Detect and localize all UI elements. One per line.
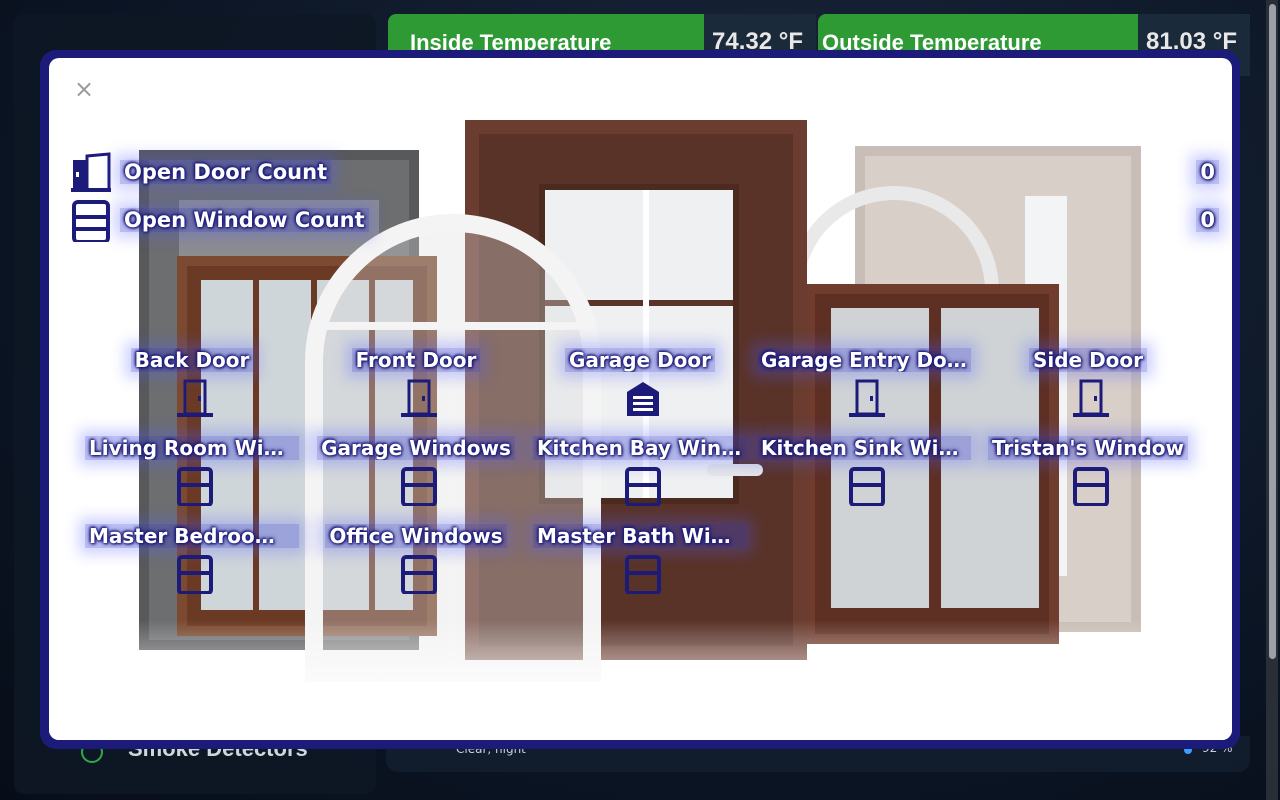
door-closed-icon: [849, 379, 885, 417]
sensor-kitchen-bay-window[interactable]: Kitchen Bay Wind...: [531, 436, 749, 524]
door-closed-icon: [401, 379, 437, 417]
sensor-garage-door[interactable]: Garage Door: [531, 348, 749, 436]
sensor-back-door[interactable]: Back Door: [83, 348, 301, 436]
sensor-name: Kitchen Sink Wind...: [757, 436, 971, 460]
sensor-tristans-window[interactable]: Tristan's Window: [979, 436, 1197, 524]
garage-icon: [627, 382, 659, 416]
sensor-garage-windows[interactable]: Garage Windows: [307, 436, 525, 524]
window-closed-icon: [72, 200, 110, 242]
open-door-count-value: 0: [1196, 160, 1219, 184]
scrollbar-thumb[interactable]: [1269, 4, 1276, 659]
window-closed-icon: [177, 467, 213, 506]
sensor-name: Garage Windows: [317, 436, 515, 460]
sensor-garage-entry-door[interactable]: Garage Entry Door: [755, 348, 973, 436]
sensor-name: Side Door: [1028, 348, 1148, 372]
door-closed-icon: [1073, 379, 1109, 417]
open-door-count-row[interactable]: Open Door Count 0: [69, 152, 1219, 194]
sensor-master-bath-window[interactable]: Master Bath Win...: [531, 524, 749, 612]
window-closed-icon: [625, 555, 661, 594]
sensor-living-room-window[interactable]: Living Room Wind...: [83, 436, 301, 524]
sensor-name: Back Door: [130, 348, 254, 372]
window-closed-icon: [849, 467, 885, 506]
sensor-side-door[interactable]: Side Door: [979, 348, 1197, 436]
open-window-count-value: 0: [1196, 208, 1219, 232]
window-closed-icon: [401, 555, 437, 594]
sensor-office-windows[interactable]: Office Windows: [307, 524, 525, 612]
close-icon[interactable]: ×: [73, 77, 95, 101]
sensor-name: Garage Entry Door: [757, 348, 971, 372]
sensor-name: Tristan's Window: [987, 436, 1189, 460]
sensor-name: Kitchen Bay Wind...: [533, 436, 747, 460]
open-door-count-label: Open Door Count: [120, 160, 332, 184]
door-open-icon: [71, 152, 111, 192]
open-window-count-label: Open Window Count: [120, 208, 369, 232]
sensor-name: Master Bedroom ...: [85, 524, 299, 548]
sensor-kitchen-sink-window[interactable]: Kitchen Sink Wind...: [755, 436, 973, 524]
sensor-name: Office Windows: [325, 524, 507, 548]
sensor-name: Master Bath Win...: [533, 524, 747, 548]
sensor-front-door[interactable]: Front Door: [307, 348, 525, 436]
window-closed-icon: [1073, 467, 1109, 506]
window-closed-icon: [177, 555, 213, 594]
window-closed-icon: [625, 467, 661, 506]
sensor-master-bedroom-window[interactable]: Master Bedroom ...: [83, 524, 301, 612]
window-closed-icon: [401, 467, 437, 506]
sensor-name: Garage Door: [564, 348, 716, 372]
doors-windows-dialog: × Open Door Count 0 Open Window Count 0 …: [49, 58, 1232, 740]
sensor-name: Front Door: [351, 348, 481, 372]
door-closed-icon: [177, 379, 213, 417]
sensor-name: Living Room Wind...: [85, 436, 299, 460]
page-scrollbar[interactable]: [1266, 0, 1278, 800]
open-window-count-row[interactable]: Open Window Count 0: [69, 200, 1219, 242]
